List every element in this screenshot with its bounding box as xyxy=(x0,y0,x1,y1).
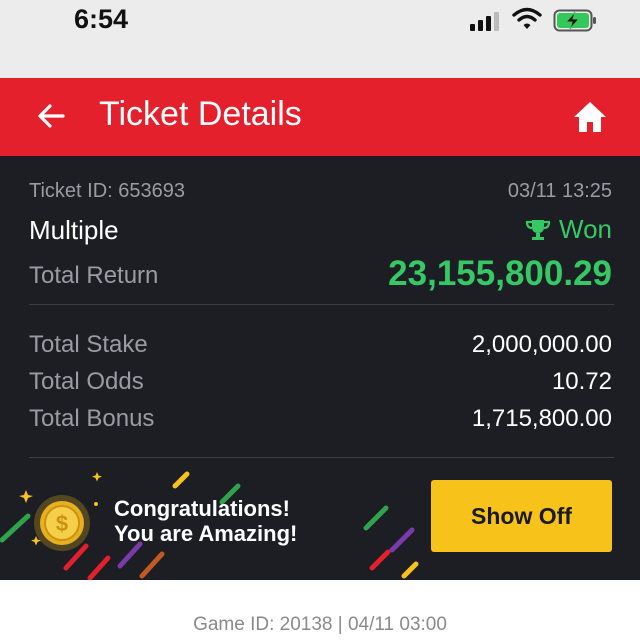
show-off-button[interactable]: Show Off xyxy=(431,480,612,552)
congrats-text: Congratulations! You are Amazing! xyxy=(114,496,297,546)
ticket-id: Ticket ID: 653693 xyxy=(29,180,186,202)
total-stake-label: Total Stake xyxy=(29,331,148,358)
total-odds-label: Total Odds xyxy=(29,368,144,395)
total-bonus-value: 1,715,800.00 xyxy=(471,405,612,432)
wifi-icon xyxy=(512,7,542,29)
page-title: Ticket Details xyxy=(99,95,302,133)
battery-charging-icon xyxy=(553,9,596,32)
total-return-label: Total Return xyxy=(29,262,159,289)
back-arrow-icon[interactable] xyxy=(36,101,66,131)
total-stake-value: 2,000,000.00 xyxy=(471,331,612,358)
total-return-value: 23,155,800.29 xyxy=(388,254,612,293)
congrats-line1: Congratulations! xyxy=(114,496,290,521)
game-id: Game ID: 20138 | 04/11 03:00 xyxy=(193,614,447,635)
congrats-banner: $ Congratulations! You are Amazing! Show… xyxy=(0,458,640,580)
home-icon[interactable] xyxy=(572,100,608,134)
status-label: Won xyxy=(559,214,612,244)
ticket-status: Won xyxy=(525,214,612,245)
app-header: Ticket Details xyxy=(0,78,640,156)
signal-icon xyxy=(470,12,499,31)
divider xyxy=(29,304,614,305)
trophy-icon xyxy=(525,219,551,240)
ticket-panel: Ticket ID: 653693 03/11 13:25 Multiple W… xyxy=(0,156,640,580)
coin-icon: $ xyxy=(34,495,90,551)
status-time: 6:54 xyxy=(74,4,129,34)
congrats-line2: You are Amazing! xyxy=(114,521,298,546)
total-odds-value: 10.72 xyxy=(551,368,612,395)
ticket-date: 03/11 13:25 xyxy=(507,180,612,202)
total-bonus-label: Total Bonus xyxy=(29,405,155,432)
svg-text:$: $ xyxy=(56,511,68,536)
status-bar: 6:54 xyxy=(0,0,640,78)
bet-type: Multiple xyxy=(29,215,119,245)
